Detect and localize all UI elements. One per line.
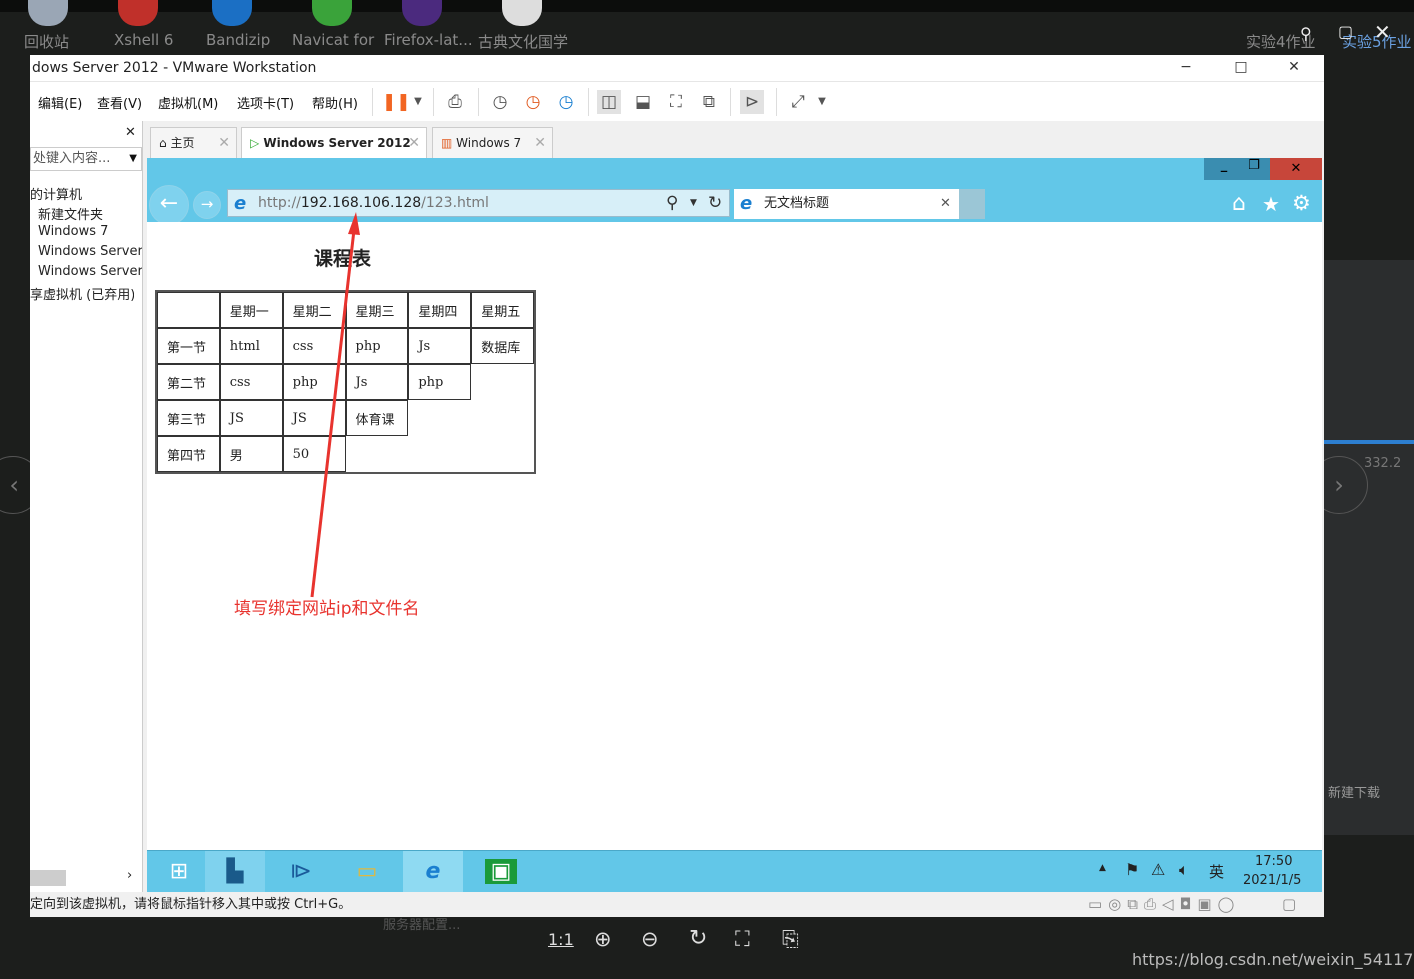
zoom-out-icon[interactable]: ⊖ <box>641 927 659 951</box>
watermark: https://blog.csdn.net/weixin_54117604 <box>1132 950 1414 969</box>
zoom-in-icon[interactable]: ⊕ <box>594 927 612 951</box>
rotate-icon[interactable]: ↻ <box>689 926 707 951</box>
actual-size-button[interactable]: 1:1 <box>548 930 574 949</box>
crop-icon[interactable]: ⛶ <box>735 927 750 952</box>
arrow-head <box>348 212 360 235</box>
arrow-shaft <box>310 229 356 598</box>
save-icon[interactable]: ⎘ <box>782 927 799 952</box>
annotation-arrow <box>310 212 360 598</box>
background-text: 服务器配置... <box>383 918 461 933</box>
